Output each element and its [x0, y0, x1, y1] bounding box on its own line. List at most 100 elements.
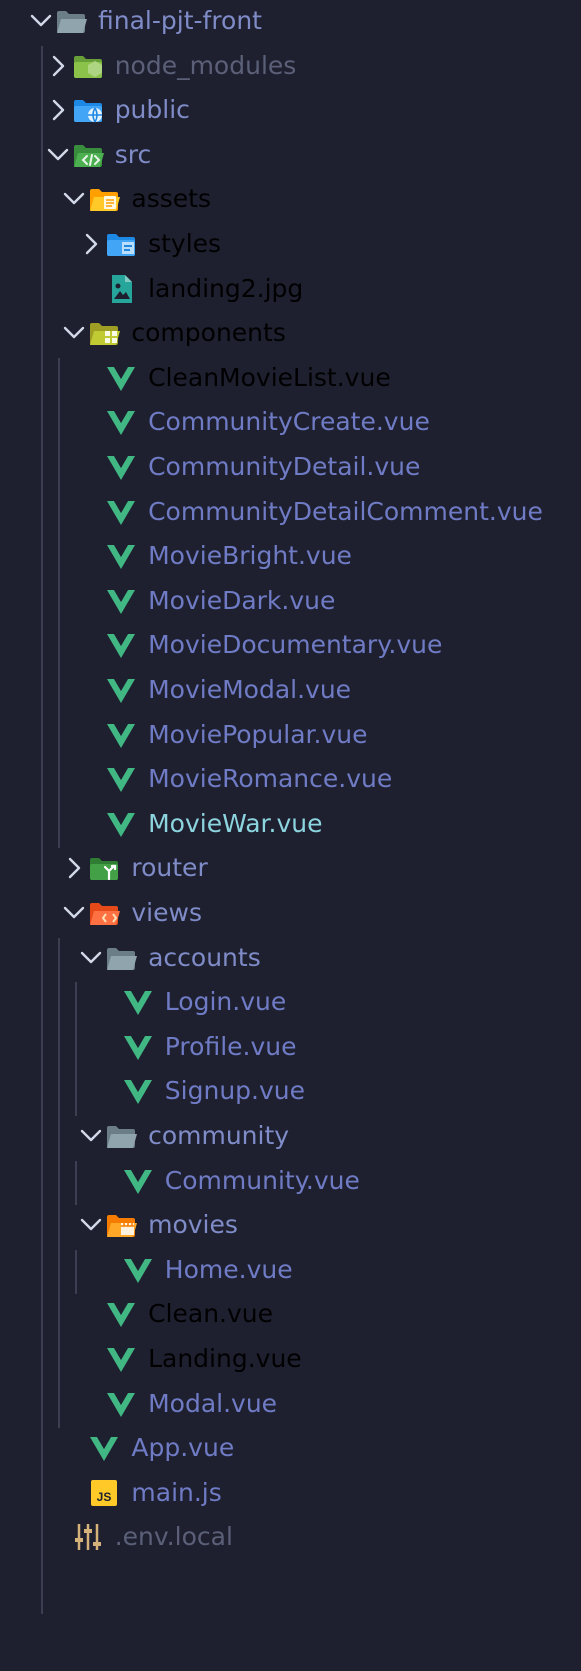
- vue-file-icon: [107, 589, 136, 614]
- chevron-down-icon[interactable]: [74, 941, 108, 975]
- folder-row[interactable]: node_modules: [0, 43, 581, 89]
- vue-file-icon: [123, 1169, 152, 1194]
- file-row[interactable]: Landing.vue: [0, 1336, 581, 1382]
- folder-row[interactable]: movies: [0, 1202, 581, 1248]
- chevron-right-icon[interactable]: [74, 227, 108, 261]
- movies-folder-icon: [107, 1215, 138, 1238]
- folder-row[interactable]: components: [0, 310, 581, 356]
- folder-label: accounts: [148, 942, 261, 972]
- folder-row[interactable]: assets: [0, 176, 581, 222]
- vue-file-icon: [107, 634, 136, 659]
- file-row[interactable]: MovieDocumentary.vue: [0, 622, 581, 668]
- file-label: CommunityCreate.vue: [148, 407, 430, 437]
- file-row[interactable]: Modal.vue: [0, 1381, 581, 1427]
- folder-row[interactable]: accounts: [0, 935, 581, 981]
- svg-text:JS: JS: [97, 1490, 112, 1504]
- file-label: Profile.vue: [164, 1031, 297, 1061]
- file-label: Community.vue: [164, 1165, 360, 1195]
- file-row[interactable]: MovieRomance.vue: [0, 756, 581, 802]
- folder-row[interactable]: public: [0, 87, 581, 133]
- folder-label: views: [131, 898, 202, 927]
- file-row[interactable]: MovieDark.vue: [0, 578, 581, 624]
- file-row[interactable]: Login.vue: [0, 979, 581, 1025]
- folder-row[interactable]: router: [0, 845, 581, 891]
- folder-label: styles: [148, 229, 222, 258]
- vue-file-icon: [107, 1303, 136, 1328]
- file-row[interactable]: landing2.jpg: [0, 266, 581, 312]
- chevron-right-icon[interactable]: [41, 49, 75, 83]
- file-row[interactable]: Clean.vue: [0, 1291, 581, 1337]
- vue-file-icon: [107, 723, 136, 748]
- folder-label: community: [148, 1121, 290, 1150]
- folder-row[interactable]: views: [0, 890, 581, 936]
- vue-file-icon: [123, 1035, 152, 1060]
- vue-file-icon: [90, 1437, 119, 1462]
- file-row[interactable]: MovieModal.vue: [0, 667, 581, 713]
- file-row[interactable]: Home.vue: [0, 1247, 581, 1293]
- file-label: MovieWar.vue: [148, 808, 323, 838]
- file-label: Login.vue: [164, 987, 287, 1017]
- node-folder-icon: [73, 55, 102, 78]
- file-row[interactable]: Signup.vue: [0, 1068, 581, 1114]
- file-label: MovieDark.vue: [148, 585, 336, 615]
- file-row[interactable]: JS main.js: [0, 1470, 581, 1516]
- file-label: Signup.vue: [164, 1076, 306, 1106]
- vue-file-icon: [107, 500, 136, 525]
- js-file-icon: JS: [91, 1479, 118, 1506]
- chevron-down-icon[interactable]: [24, 4, 58, 38]
- chevron-down-icon[interactable]: [57, 182, 91, 216]
- file-label: .env.local: [114, 1522, 233, 1552]
- file-label: MovieDocumentary.vue: [148, 630, 443, 660]
- folder-label: public: [114, 95, 190, 125]
- file-row[interactable]: MovieWar.vue: [0, 801, 581, 847]
- folder-label: src: [114, 139, 152, 169]
- vue-file-icon: [107, 812, 136, 837]
- file-row[interactable]: CommunityDetail.vue: [0, 444, 581, 490]
- file-row[interactable]: Community.vue: [0, 1158, 581, 1204]
- folder-row[interactable]: community: [0, 1113, 581, 1159]
- file-label: MovieBright.vue: [148, 541, 352, 571]
- chevron-right-icon[interactable]: [41, 93, 75, 127]
- chevron-down-icon[interactable]: [57, 316, 91, 350]
- file-row[interactable]: MovieBright.vue: [0, 533, 581, 579]
- folder-row[interactable]: src: [0, 132, 581, 178]
- file-label: CommunityDetailComment.vue: [148, 496, 543, 526]
- folder-label: final-pjt-front: [98, 6, 262, 35]
- file-label: CommunityDetail.vue: [148, 452, 421, 481]
- vue-file-icon: [107, 366, 136, 391]
- file-label: App.vue: [131, 1433, 235, 1463]
- vue-file-icon: [107, 768, 136, 793]
- folder-label: node_modules: [114, 50, 297, 80]
- file-label: Modal.vue: [148, 1388, 278, 1418]
- components-folder-icon: [90, 323, 121, 346]
- views-folder-icon: [90, 903, 121, 925]
- file-label: MoviePopular.vue: [148, 719, 368, 749]
- file-row[interactable]: Profile.vue: [0, 1024, 581, 1070]
- assets-folder-icon: [90, 189, 121, 212]
- chevron-down-icon[interactable]: [57, 896, 91, 930]
- file-row[interactable]: CommunityCreate.vue: [0, 399, 581, 445]
- src-folder-icon: [73, 144, 104, 167]
- folder-row[interactable]: styles: [0, 221, 581, 267]
- file-row[interactable]: App.vue: [0, 1425, 581, 1471]
- file-label: Home.vue: [164, 1254, 293, 1284]
- file-row[interactable]: CommunityDetailComment.vue: [0, 489, 581, 535]
- image-file-icon: [112, 274, 133, 303]
- chevron-down-icon[interactable]: [74, 1208, 108, 1242]
- vue-file-icon: [107, 1348, 136, 1372]
- chevron-down-icon[interactable]: [74, 1119, 108, 1153]
- file-row[interactable]: .env.local: [0, 1514, 581, 1560]
- file-label: Landing.vue: [148, 1344, 302, 1373]
- vue-file-icon: [107, 545, 136, 570]
- file-label: landing2.jpg: [148, 273, 304, 303]
- chevron-right-icon[interactable]: [57, 851, 91, 885]
- file-row[interactable]: CleanMovieList.vue: [0, 355, 581, 401]
- file-row[interactable]: MoviePopular.vue: [0, 712, 581, 758]
- folder-open-icon: [57, 11, 87, 33]
- folder-open-icon: [107, 947, 138, 970]
- styles-folder-icon: [107, 234, 136, 256]
- chevron-down-icon[interactable]: [41, 138, 75, 172]
- file-label: main.js: [131, 1477, 222, 1507]
- folder-row[interactable]: final-pjt-front: [0, 0, 581, 44]
- vue-file-icon: [107, 456, 136, 480]
